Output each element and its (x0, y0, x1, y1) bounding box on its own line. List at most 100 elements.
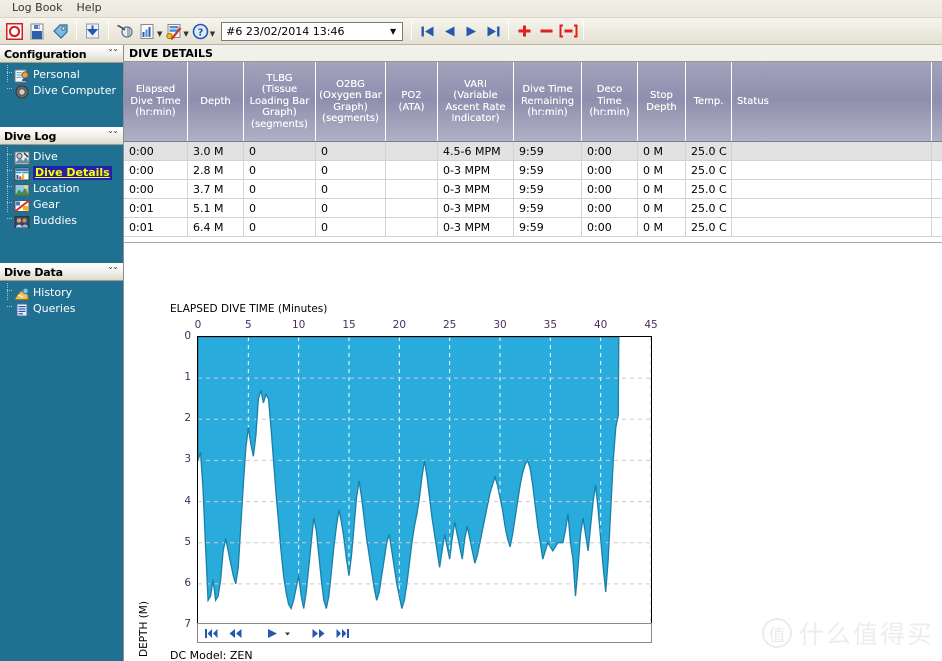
remove-record-button[interactable] (535, 20, 557, 42)
report-chart-icon[interactable] (136, 20, 159, 43)
sidebar-item-dive-computer[interactable]: Dive Computer (0, 83, 123, 99)
table-cell[interactable] (732, 199, 932, 217)
table-cell[interactable]: 0-3 MPM (438, 199, 514, 217)
table-cell[interactable]: 25.0 C (686, 161, 732, 179)
dive-computer-plug-icon[interactable] (113, 20, 136, 43)
table-column-header[interactable]: O2BG (Oxygen Bar Graph) (segments) (316, 62, 386, 141)
menu-item-log-book[interactable]: Log Book (6, 0, 71, 17)
nav-last-button[interactable] (482, 20, 504, 42)
table-cell[interactable]: 0:00 (582, 142, 638, 160)
table-row[interactable]: 0:00 2.8 M 0 0 0-3 MPM 9:59 0:00 0 M 25.0 C (124, 161, 942, 180)
sidebar-item-location[interactable]: Location (0, 181, 123, 197)
table-cell[interactable]: 0 M (638, 161, 686, 179)
nav-next-button[interactable] (460, 20, 482, 42)
download-icon[interactable] (81, 20, 104, 43)
chart-forward-button[interactable] (311, 628, 326, 639)
table-cell[interactable]: 0:01 (124, 199, 188, 217)
table-cell[interactable]: 0-3 MPM (438, 218, 514, 236)
dive-record-combo[interactable]: #6 23/02/2014 13:46 ▼ (221, 21, 404, 41)
table-cell[interactable]: 0:00 (582, 218, 638, 236)
table-cell[interactable]: 9:59 (514, 142, 582, 160)
table-column-header[interactable]: Stop Depth (638, 62, 686, 141)
table-column-header[interactable]: Dive Time Remaining (hr:min) (514, 62, 582, 141)
table-cell[interactable] (732, 180, 932, 198)
table-cell[interactable]: 3.0 M (188, 142, 244, 160)
chart-skip-start-button[interactable] (204, 628, 219, 639)
table-cell[interactable]: 0:00 (124, 180, 188, 198)
table-cell[interactable]: 0:00 (582, 161, 638, 179)
table-row[interactable]: 0:00 3.7 M 0 0 0-3 MPM 9:59 0:00 0 M 25.0 C (124, 180, 942, 199)
table-column-header[interactable]: Temp. (686, 62, 732, 141)
chart-skip-end-button[interactable] (335, 628, 350, 639)
table-column-header[interactable]: PO2 (ATA) (386, 62, 438, 141)
chevron-double-down-icon[interactable]: ˇˇ (108, 267, 118, 277)
table-cell[interactable]: 0 (316, 199, 386, 217)
nav-first-button[interactable] (416, 20, 438, 42)
table-cell[interactable] (386, 218, 438, 236)
table-cell[interactable]: 6.4 M (188, 218, 244, 236)
sidebar-item-buddies[interactable]: Buddies (0, 213, 123, 229)
chart-play-button[interactable] (266, 628, 279, 639)
table-cell[interactable]: 9:59 (514, 218, 582, 236)
table-cell[interactable] (732, 142, 932, 160)
table-cell[interactable]: 25.0 C (686, 218, 732, 236)
help-circle-icon[interactable]: ? (189, 20, 212, 43)
table-cell[interactable]: 0:00 (124, 161, 188, 179)
table-cell[interactable]: 0 (244, 161, 316, 179)
table-column-header[interactable]: VARI (Variable Ascent Rate Indicator) (438, 62, 514, 141)
sidebar-item-queries[interactable]: Queries (0, 301, 123, 317)
table-cell[interactable]: 9:59 (514, 180, 582, 198)
sidebar-item-history[interactable]: History (0, 285, 123, 301)
table-cell[interactable]: 0 (244, 218, 316, 236)
table-row[interactable]: 0:00 3.0 M 0 0 4.5-6 MPM 9:59 0:00 0 M 25.0 C (124, 142, 942, 161)
table-cell[interactable]: 0 M (638, 199, 686, 217)
table-cell[interactable] (386, 161, 438, 179)
chevron-down-icon[interactable]: ▼ (390, 27, 400, 36)
table-column-header[interactable]: Elapsed Dive Time (hr:min) (124, 62, 188, 141)
table-cell[interactable]: 0 (316, 142, 386, 160)
table-cell[interactable]: 25.0 C (686, 199, 732, 217)
table-column-header[interactable]: Status (732, 62, 932, 141)
stop-icon[interactable] (3, 20, 26, 43)
table-cell[interactable]: 4.5-6 MPM (438, 142, 514, 160)
table-row[interactable]: 0:01 5.1 M 0 0 0-3 MPM 9:59 0:00 0 M 25.0 C (124, 199, 942, 218)
sidebar-item-gear[interactable]: Gear (0, 197, 123, 213)
table-cell[interactable]: 0 (316, 218, 386, 236)
chevron-double-down-icon[interactable]: ˇˇ (108, 131, 118, 141)
table-cell[interactable] (386, 180, 438, 198)
table-column-header[interactable]: TLBG (Tissue Loading Bar Graph) (segments) (244, 62, 316, 141)
sidebar-item-dive[interactable]: Dive (0, 149, 123, 165)
table-cell[interactable]: 0 (244, 199, 316, 217)
add-record-button[interactable] (513, 20, 535, 42)
table-cell[interactable]: 0 (244, 142, 316, 160)
table-cell[interactable]: 0 M (638, 218, 686, 236)
chart-play-dropdown[interactable] (283, 628, 292, 639)
table-cell[interactable]: 25.0 C (686, 180, 732, 198)
table-cell[interactable]: 2.8 M (188, 161, 244, 179)
table-cell[interactable]: 0:01 (124, 218, 188, 236)
table-cell[interactable]: 0-3 MPM (438, 161, 514, 179)
table-cell[interactable]: 0 (316, 180, 386, 198)
save-document-icon[interactable] (26, 20, 49, 43)
chart-rewind-button[interactable] (228, 628, 243, 639)
table-cell[interactable] (386, 142, 438, 160)
delete-record-button[interactable] (557, 20, 579, 42)
table-cell[interactable]: 0 M (638, 142, 686, 160)
table-cell[interactable]: 0 M (638, 180, 686, 198)
sidebar-section-configuration[interactable]: Configuration ˇˇ (0, 45, 123, 63)
table-cell[interactable]: 3.7 M (188, 180, 244, 198)
table-cell[interactable]: 0-3 MPM (438, 180, 514, 198)
table-cell[interactable] (732, 218, 932, 236)
table-cell[interactable] (732, 161, 932, 179)
table-cell[interactable]: 0:00 (124, 142, 188, 160)
table-row[interactable]: 0:01 6.4 M 0 0 0-3 MPM 9:59 0:00 0 M 25.0 C (124, 218, 942, 237)
table-cell[interactable]: 9:59 (514, 199, 582, 217)
table-column-header[interactable]: Deco Time (hr:min) (582, 62, 638, 141)
tag-icon[interactable] (49, 20, 72, 43)
sidebar-item-dive-details[interactable]: Dive Details (0, 165, 123, 181)
sidebar-item-personal[interactable]: Personal (0, 67, 123, 83)
menu-item-help[interactable]: Help (71, 0, 110, 17)
table-column-header[interactable]: Depth (188, 62, 244, 141)
table-cell[interactable]: 0:00 (582, 199, 638, 217)
table-cell[interactable]: 5.1 M (188, 199, 244, 217)
